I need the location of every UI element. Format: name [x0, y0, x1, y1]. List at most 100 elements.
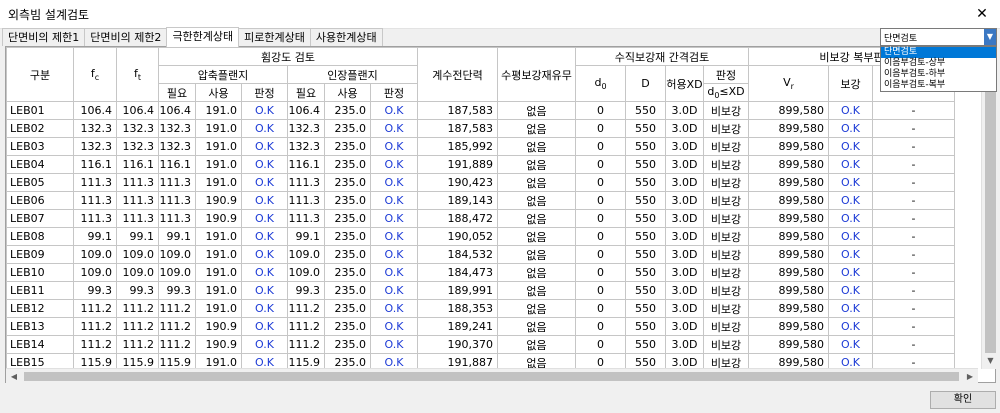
table-cell: LEB01 — [6, 101, 74, 120]
table-cell: 187,583 — [417, 119, 498, 138]
table-cell: 0 — [575, 263, 626, 282]
table-cell: O.K — [828, 245, 873, 264]
table-row[interactable]: LEB09 109.0 109.0 109.0 191.0 O.K 109.0 235.0 O.… — [6, 245, 955, 264]
option-splice-web[interactable]: 이음부검토-복부 — [881, 80, 996, 91]
table-cell: O.K — [828, 155, 873, 174]
table-cell: 99.1 — [73, 227, 117, 246]
table-row[interactable]: LEB06 111.3 111.3 111.3 190.9 O.K 111.3 235.0 O.… — [6, 191, 955, 210]
table-cell: 899,580 — [748, 191, 829, 210]
table-cell: LEB07 — [6, 209, 74, 228]
table-cell: O.K — [828, 191, 873, 210]
col-D: D — [625, 65, 666, 102]
close-icon[interactable]: ✕ — [970, 4, 994, 24]
chevron-down-icon[interactable]: ▼ — [984, 29, 996, 45]
table-cell: - — [872, 317, 955, 336]
table-row[interactable]: LEB12 111.2 111.2 111.2 191.0 O.K 111.2 235.0 O.… — [6, 299, 955, 318]
table-cell: 132.3 — [158, 137, 196, 156]
table-row[interactable]: LEB14 111.2 111.2 111.2 190.9 O.K 111.2 235.0 O.… — [6, 335, 955, 354]
table-cell: 191.0 — [195, 173, 242, 192]
table-row[interactable]: LEB13 111.2 111.2 111.2 190.9 O.K 111.2 235.0 O.… — [6, 317, 955, 336]
table-cell: 0 — [575, 335, 626, 354]
table-row[interactable]: LEB02 132.3 132.3 132.3 191.0 O.K 132.3 235.0 O.… — [6, 119, 955, 138]
table-cell: LEB03 — [6, 137, 74, 156]
table-row[interactable]: LEB03 132.3 132.3 132.3 191.0 O.K 132.3 235.0 O.… — [6, 137, 955, 156]
table-cell: O.K — [241, 317, 288, 336]
table-cell: 111.2 — [287, 299, 325, 318]
scroll-right-icon[interactable]: ▶ — [962, 369, 978, 384]
table-cell: 111.2 — [73, 299, 117, 318]
col-gubun: 구분 — [6, 47, 74, 102]
table-cell: - — [872, 245, 955, 264]
table-cell: 191.0 — [195, 137, 242, 156]
table-cell: 184,532 — [417, 245, 498, 264]
table-cell: 99.3 — [287, 281, 325, 300]
scroll-down-icon[interactable]: ▼ — [982, 353, 999, 369]
table-cell: 189,143 — [417, 191, 498, 210]
vertical-scroll-thumb[interactable] — [985, 63, 996, 353]
table-cell: 111.2 — [158, 299, 196, 318]
table-cell: LEB08 — [6, 227, 74, 246]
table-cell: 109.0 — [158, 245, 196, 264]
table-cell: - — [872, 119, 955, 138]
table-cell: 899,580 — [748, 281, 829, 300]
scroll-left-icon[interactable]: ◀ — [6, 369, 22, 384]
results-grid[interactable]: 구분 fc ft 휨강도 검토 계수전단력 수평보강재유무 수직보강재 간격검토… — [5, 46, 996, 383]
confirm-button[interactable]: 확인 — [930, 391, 996, 409]
tab-section-ratio-2[interactable]: 단면비의 제한2 — [84, 28, 168, 46]
table-cell: 비보강 — [703, 299, 749, 318]
table-cell: 111.2 — [287, 335, 325, 354]
option-splice-top[interactable]: 이음부검토-상부 — [881, 58, 996, 69]
tab-fatigue-limit[interactable]: 피로한계상태 — [238, 28, 311, 46]
table-cell: 비보강 — [703, 245, 749, 264]
col-ft: ft — [116, 47, 159, 102]
table-cell: 191.0 — [195, 299, 242, 318]
table-cell: O.K — [370, 263, 418, 282]
table-cell: 비보강 — [703, 281, 749, 300]
vertical-scrollbar[interactable]: ▲ ▼ — [981, 46, 999, 369]
table-row[interactable]: LEB11 99.3 99.3 99.3 191.0 O.K 99.3 235.0 O.K 189… — [6, 281, 955, 300]
table-row[interactable]: LEB08 99.1 99.1 99.1 191.0 O.K 99.1 235.0 O.K 190… — [6, 227, 955, 246]
table-cell: 899,580 — [748, 245, 829, 264]
col-comp-use: 사용 — [195, 83, 242, 102]
check-type-select[interactable]: 단면검토 ▼ — [880, 28, 997, 46]
table-cell: 550 — [625, 227, 666, 246]
horizontal-scrollbar[interactable]: ◀ ▶ — [6, 368, 978, 384]
option-section-check[interactable]: 단면검토 — [881, 47, 996, 58]
table-cell: 899,580 — [748, 119, 829, 138]
table-cell: 비보강 — [703, 209, 749, 228]
table-cell: 111.3 — [73, 191, 117, 210]
table-cell: 189,991 — [417, 281, 498, 300]
table-cell: O.K — [828, 299, 873, 318]
tab-section-ratio-1[interactable]: 단면비의 제한1 — [2, 28, 86, 46]
horizontal-scroll-thumb[interactable] — [24, 372, 959, 381]
table-cell: 없음 — [497, 227, 576, 246]
table-cell: 0 — [575, 281, 626, 300]
table-cell: 3.0D — [665, 281, 704, 300]
table-cell: 190,370 — [417, 335, 498, 354]
table-row[interactable]: LEB10 109.0 109.0 109.0 191.0 O.K 109.0 235.0 O.… — [6, 263, 955, 282]
table-cell: 없음 — [497, 155, 576, 174]
table-cell: 132.3 — [73, 137, 117, 156]
table-cell: 99.1 — [116, 227, 159, 246]
table-cell: 235.0 — [324, 191, 371, 210]
table-cell: LEB06 — [6, 191, 74, 210]
table-cell: - — [872, 191, 955, 210]
tab-ultimate-limit[interactable]: 극한한계상태 — [166, 27, 240, 47]
table-cell: O.K — [370, 227, 418, 246]
table-cell: O.K — [828, 173, 873, 192]
table-row[interactable]: LEB04 116.1 116.1 116.1 191.0 O.K 116.1 235.0 O.… — [6, 155, 955, 174]
table-cell: 190,052 — [417, 227, 498, 246]
table-cell: 109.0 — [158, 263, 196, 282]
col-tens-flange: 인장플랜지 — [287, 65, 418, 84]
table-cell: 없음 — [497, 137, 576, 156]
table-row[interactable]: LEB01 106.4 106.4 106.4 191.0 O.K 106.4 235.0 O.… — [6, 101, 955, 120]
table-row[interactable]: LEB05 111.3 111.3 111.3 191.0 O.K 111.3 235.0 O.… — [6, 173, 955, 192]
table-cell: - — [872, 335, 955, 354]
table-cell: 899,580 — [748, 227, 829, 246]
option-splice-bottom[interactable]: 이음부검토-하부 — [881, 69, 996, 80]
table-row[interactable]: LEB07 111.3 111.3 111.3 190.9 O.K 111.3 235.0 O.… — [6, 209, 955, 228]
table-cell: LEB09 — [6, 245, 74, 264]
tab-service-limit[interactable]: 사용한계상태 — [309, 28, 383, 46]
table-cell: - — [872, 173, 955, 192]
col-bogang: 보강 — [828, 65, 873, 102]
